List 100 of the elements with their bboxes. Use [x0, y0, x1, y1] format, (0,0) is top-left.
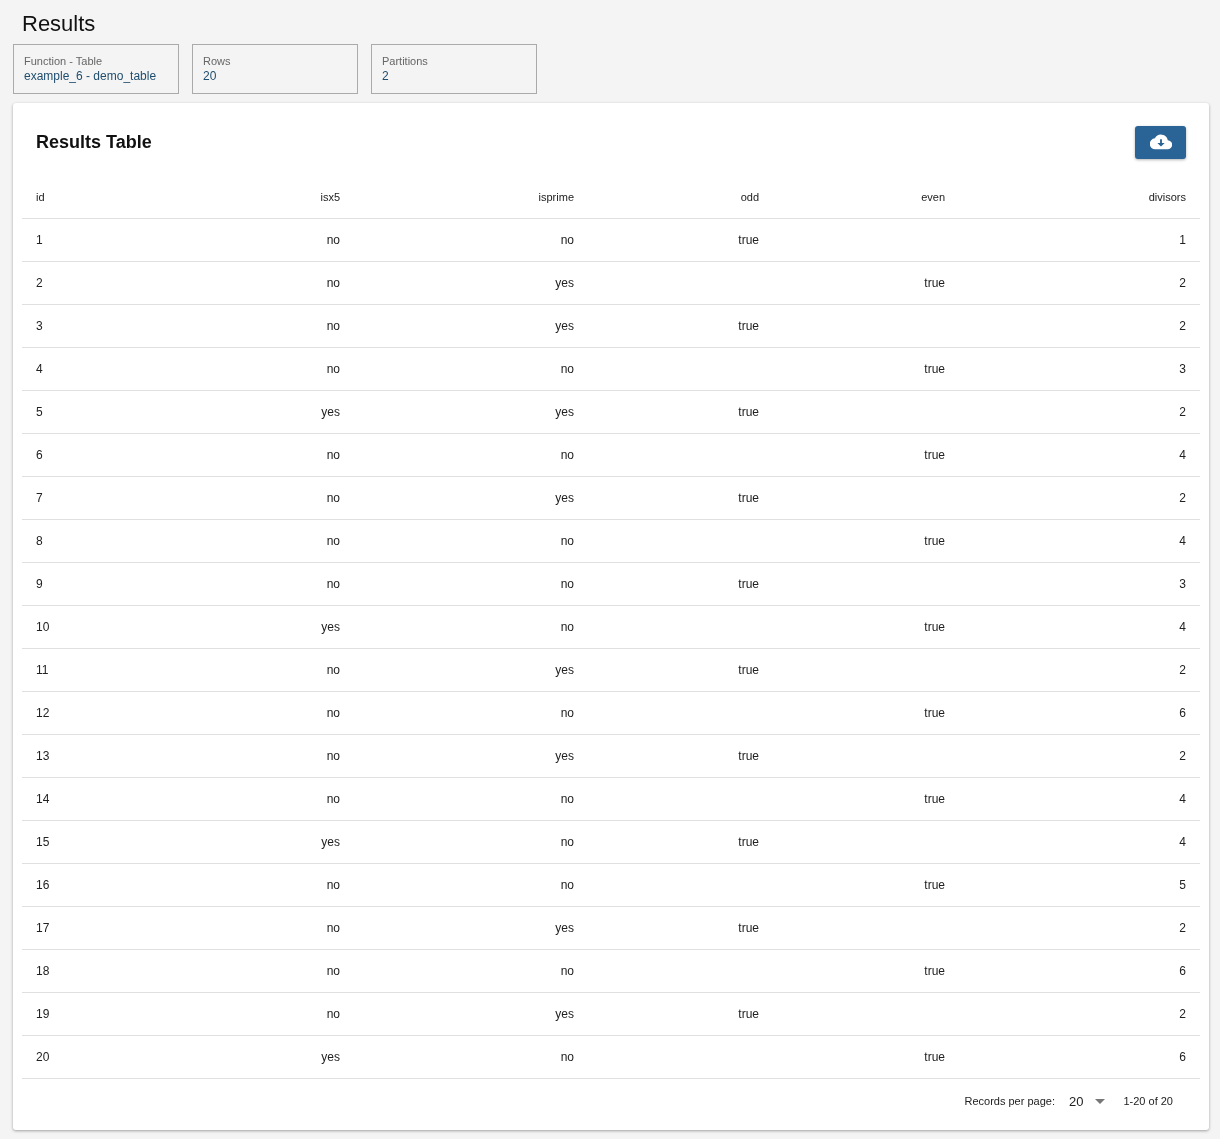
- table-cell: yes: [555, 1007, 574, 1021]
- info-card-value: 20: [203, 69, 218, 83]
- table-cell: 9: [36, 577, 43, 591]
- table-cell: 15: [36, 835, 50, 849]
- table-cell: true: [924, 964, 945, 978]
- column-header[interactable]: id: [22, 175, 172, 219]
- table-cell: 4: [36, 362, 43, 376]
- table-cell: 2: [36, 276, 43, 290]
- table-cell: no: [560, 835, 574, 849]
- table-cell: no: [326, 233, 340, 247]
- table-cell: no: [326, 706, 340, 720]
- cloud-download-icon: [1149, 134, 1172, 150]
- table-cell: 17: [36, 921, 50, 935]
- table-cell: no: [560, 577, 574, 591]
- table-cell: true: [924, 1050, 945, 1064]
- table-cell: no: [560, 233, 574, 247]
- table-cell: no: [560, 1050, 574, 1064]
- table-cell: true: [738, 921, 759, 935]
- table-cell: no: [326, 878, 340, 892]
- table-cell: 5: [36, 405, 43, 419]
- table-cell: yes: [555, 276, 574, 290]
- table-cell: 2: [1179, 663, 1186, 677]
- column-header[interactable]: odd: [588, 175, 773, 219]
- table-cell: no: [326, 749, 340, 763]
- download-button[interactable]: [1135, 125, 1186, 159]
- table-cell: 6: [1179, 1050, 1186, 1064]
- table-cell: true: [924, 276, 945, 290]
- table-cell: true: [924, 362, 945, 376]
- table-cell: true: [738, 663, 759, 677]
- table-cell: 2: [1179, 749, 1186, 763]
- table-cell: no: [326, 491, 340, 505]
- table-cell: 6: [1179, 964, 1186, 978]
- table-cell: true: [738, 491, 759, 505]
- page-range: 1-20 of 20: [1123, 1095, 1173, 1107]
- table-cell: 13: [36, 749, 50, 763]
- table-cell: true: [924, 620, 945, 634]
- table-cell: 4: [1179, 448, 1186, 462]
- info-card-label: Rows: [203, 55, 232, 67]
- table-cell: no: [326, 362, 340, 376]
- table-cell: true: [924, 448, 945, 462]
- table-cell: no: [560, 964, 574, 978]
- table-cell: no: [560, 448, 574, 462]
- records-per-page-select[interactable]: 20: [1069, 1093, 1106, 1109]
- table-cell: no: [560, 706, 574, 720]
- table-cell: no: [326, 319, 340, 333]
- table-cell: true: [738, 835, 759, 849]
- table-cell: no: [326, 534, 340, 548]
- table-cell: no: [560, 534, 574, 548]
- table-cell: 19: [36, 1007, 50, 1021]
- table-cell: true: [738, 577, 759, 591]
- table-cell: yes: [555, 663, 574, 677]
- info-card-label: Partitions: [382, 55, 429, 67]
- table-cell: 11: [36, 663, 49, 677]
- table-cell: 14: [36, 792, 50, 806]
- column-header[interactable]: divisors: [959, 175, 1200, 219]
- table-cell: no: [326, 448, 340, 462]
- table-cell: yes: [321, 620, 340, 634]
- table-cell: 3: [1179, 577, 1186, 591]
- table-cell: 7: [36, 491, 43, 505]
- table-cell: yes: [555, 491, 574, 505]
- table-cell: no: [326, 921, 340, 935]
- table-cell: yes: [555, 749, 574, 763]
- table-cell: true: [738, 1007, 759, 1021]
- table-cell: yes: [555, 921, 574, 935]
- table-cell: 4: [1179, 620, 1186, 634]
- column-header[interactable]: isx5: [172, 175, 354, 219]
- table-cell: 3: [1179, 362, 1186, 376]
- table-cell: 2: [1179, 276, 1186, 290]
- table-cell: no: [560, 620, 574, 634]
- table-cell: 4: [1179, 792, 1186, 806]
- table-cell: true: [738, 405, 759, 419]
- table-cell: 3: [36, 319, 43, 333]
- dropdown-caret-icon: [1095, 1098, 1106, 1104]
- table-cell: 1: [1179, 233, 1186, 247]
- table-cell: 2: [1179, 921, 1186, 935]
- table-cell: no: [560, 792, 574, 806]
- table-cell: 12: [36, 706, 50, 720]
- table-cell: no: [326, 792, 340, 806]
- table-cell: 2: [1179, 405, 1186, 419]
- table-cell: true: [924, 534, 945, 548]
- info-card-value: example_6 - demo_table: [24, 69, 158, 83]
- table-cell: 8: [36, 534, 43, 548]
- table-cell: yes: [321, 405, 340, 419]
- table-cell: 20: [36, 1050, 50, 1064]
- table-cell: yes: [321, 1050, 340, 1064]
- page-title: Results: [21, 10, 97, 38]
- table-cell: 2: [1179, 491, 1186, 505]
- column-header[interactable]: isprime: [354, 175, 588, 219]
- table-cell: yes: [321, 835, 340, 849]
- table-cell: 4: [1179, 534, 1186, 548]
- table-cell: no: [560, 362, 574, 376]
- table-cell: 2: [1179, 1007, 1186, 1021]
- column-header[interactable]: even: [773, 175, 959, 219]
- table-cell: 6: [36, 448, 43, 462]
- table-cell: true: [738, 319, 759, 333]
- table-title: Results Table: [36, 130, 152, 153]
- table-cell: yes: [555, 319, 574, 333]
- table-cell: no: [326, 276, 340, 290]
- table-cell: true: [738, 233, 759, 247]
- table-cell: true: [924, 706, 945, 720]
